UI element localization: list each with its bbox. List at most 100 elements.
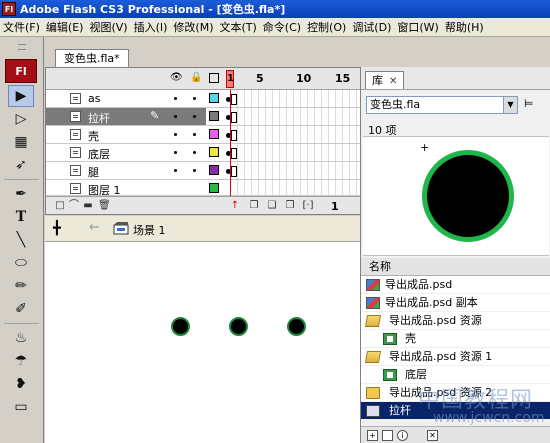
- chevron-down-icon[interactable]: ▼: [503, 97, 517, 113]
- menu-commands[interactable]: 命令(C): [260, 19, 304, 35]
- subselection-tool-icon[interactable]: ▷: [8, 108, 34, 130]
- layer-frames[interactable]: [224, 108, 361, 125]
- layer-color-swatch[interactable]: [209, 147, 219, 157]
- layer-name-cell[interactable]: 拉杆 ✎: [46, 108, 206, 125]
- close-icon[interactable]: ✕: [389, 76, 397, 87]
- document-tab[interactable]: 变色虫.fla*: [55, 49, 129, 67]
- playhead[interactable]: 1: [226, 70, 234, 88]
- layer-frames[interactable]: [224, 180, 361, 195]
- text-tool-icon[interactable]: T: [8, 206, 34, 228]
- library-document-select[interactable]: 变色虫.fla ▼: [366, 96, 518, 114]
- lock-dot[interactable]: [193, 169, 196, 172]
- stage[interactable]: [45, 242, 360, 443]
- free-transform-tool-icon[interactable]: ▦: [8, 131, 34, 153]
- delete-icon[interactable]: ✕: [427, 430, 438, 441]
- lock-icon[interactable]: 🔒: [190, 73, 202, 83]
- layer-frames[interactable]: [224, 90, 361, 107]
- paint-bucket-tool-icon[interactable]: ☂: [8, 350, 34, 372]
- menu-text[interactable]: 文本(T): [216, 19, 259, 35]
- menu-insert[interactable]: 插入(I): [131, 19, 171, 35]
- layer-name-cell[interactable]: 底层: [46, 144, 206, 161]
- oval-tool-icon[interactable]: ⬭: [8, 252, 34, 274]
- menu-view[interactable]: 视图(V): [86, 19, 130, 35]
- layer-name-cell[interactable]: as: [46, 90, 206, 107]
- scene-name[interactable]: 场景 1: [133, 222, 166, 238]
- menu-modify[interactable]: 修改(M): [170, 19, 216, 35]
- outline-icon[interactable]: [209, 73, 219, 83]
- library-item[interactable]: 导出成品.psd 副本: [361, 294, 550, 312]
- layer-color-swatch[interactable]: [209, 183, 219, 193]
- layer-frames[interactable]: [224, 126, 361, 143]
- library-tab[interactable]: 库 ✕: [365, 71, 405, 89]
- bug-instance[interactable]: [287, 317, 306, 336]
- panel-grip[interactable]: [0, 37, 43, 57]
- library-item[interactable]: 导出成品.psd: [361, 276, 550, 294]
- menu-file[interactable]: 文件(F): [0, 19, 43, 35]
- new-symbol-icon[interactable]: +: [367, 430, 378, 441]
- lasso-tool-icon[interactable]: ➶: [8, 154, 34, 176]
- delete-layer-icon[interactable]: 🗑: [98, 200, 111, 211]
- bug-instance[interactable]: [229, 317, 248, 336]
- lock-dot[interactable]: [193, 97, 196, 100]
- visibility-dot[interactable]: [174, 133, 177, 136]
- center-frame-icon[interactable]: ↑: [229, 200, 241, 211]
- menu-debug[interactable]: 调试(D): [349, 19, 394, 35]
- eraser-tool-icon[interactable]: ▭: [8, 396, 34, 418]
- layer-row[interactable]: 壳: [46, 126, 361, 144]
- layer-name-cell[interactable]: 腿: [46, 162, 206, 179]
- visibility-dot[interactable]: [174, 115, 177, 118]
- edit-multiple-frames-icon[interactable]: ❒: [284, 200, 296, 211]
- keyframe[interactable]: [226, 166, 237, 177]
- insert-folder-icon[interactable]: ▬: [82, 200, 94, 211]
- properties-icon[interactable]: i: [397, 430, 408, 441]
- layer-color-swatch[interactable]: [209, 165, 219, 175]
- library-item[interactable]: 壳: [361, 330, 550, 348]
- modify-onion-markers-icon[interactable]: [·]: [302, 200, 314, 211]
- ink-bottle-tool-icon[interactable]: ♨: [8, 327, 34, 349]
- visibility-dot[interactable]: [174, 97, 177, 100]
- menu-edit[interactable]: 编辑(E): [43, 19, 87, 35]
- onion-skin-outlines-icon[interactable]: ❑: [266, 200, 278, 211]
- pen-tool-icon[interactable]: ✒: [8, 183, 34, 205]
- back-arrow-icon[interactable]: ←: [89, 220, 100, 235]
- eye-icon[interactable]: 👁: [170, 73, 183, 83]
- new-folder-icon[interactable]: [382, 430, 393, 441]
- pin-icon[interactable]: ⊨: [524, 97, 534, 110]
- layer-row[interactable]: 底层: [46, 144, 361, 162]
- layer-row[interactable]: 图层 1: [46, 180, 361, 196]
- insert-layer-icon[interactable]: □: [54, 200, 66, 211]
- line-tool-icon[interactable]: ╲: [8, 229, 34, 251]
- library-name-column-header[interactable]: 名称: [361, 258, 550, 276]
- onion-skin-icon[interactable]: ❐: [248, 200, 260, 211]
- eyedropper-tool-icon[interactable]: ❥: [8, 373, 34, 395]
- menu-window[interactable]: 窗口(W): [394, 19, 441, 35]
- layer-color-swatch[interactable]: [209, 111, 219, 121]
- lock-dot[interactable]: [193, 133, 196, 136]
- layer-frames[interactable]: [224, 162, 361, 179]
- layer-color-swatch[interactable]: [209, 129, 219, 139]
- library-item[interactable]: 导出成品.psd 资源 1: [361, 348, 550, 366]
- timeline-toggle-icon[interactable]: ╋: [53, 221, 61, 236]
- menu-control[interactable]: 控制(O): [304, 19, 349, 35]
- menu-help[interactable]: 帮助(H): [442, 19, 487, 35]
- keyframe[interactable]: [226, 112, 237, 123]
- selection-tool-icon[interactable]: ▶: [8, 85, 34, 107]
- lock-dot[interactable]: [193, 151, 196, 154]
- keyframe[interactable]: [226, 130, 237, 141]
- lock-dot[interactable]: [193, 115, 196, 118]
- pencil-tool-icon[interactable]: ✏: [8, 275, 34, 297]
- visibility-dot[interactable]: [174, 151, 177, 154]
- layer-frames[interactable]: [224, 144, 361, 161]
- layer-row[interactable]: as: [46, 90, 361, 108]
- layer-row[interactable]: 拉杆 ✎: [46, 108, 361, 126]
- layer-name-cell[interactable]: 壳: [46, 126, 206, 143]
- layer-name-cell[interactable]: 图层 1: [46, 180, 206, 195]
- add-motion-guide-icon[interactable]: ⌒: [68, 200, 80, 211]
- layer-row[interactable]: 腿: [46, 162, 361, 180]
- keyframe[interactable]: [226, 148, 237, 159]
- visibility-dot[interactable]: [174, 169, 177, 172]
- bug-instance[interactable]: [171, 317, 190, 336]
- keyframe[interactable]: [226, 94, 237, 105]
- layer-color-swatch[interactable]: [209, 93, 219, 103]
- library-item[interactable]: 导出成品.psd 资源: [361, 312, 550, 330]
